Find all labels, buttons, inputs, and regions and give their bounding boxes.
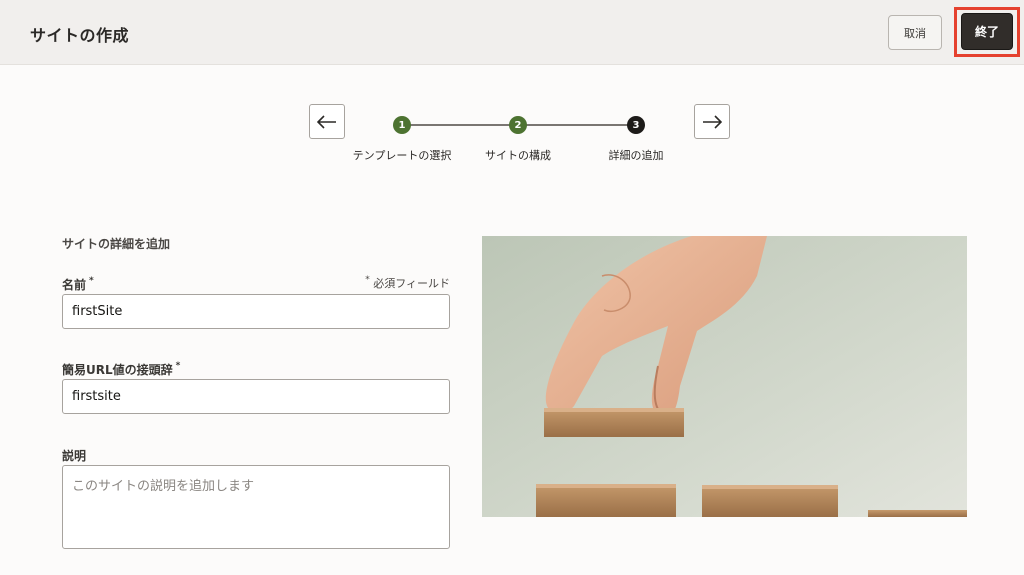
step-connector [526, 124, 629, 126]
finish-button[interactable]: 終了 [961, 13, 1013, 50]
arrow-left-icon [317, 114, 336, 129]
step-3-indicator[interactable]: 3 [627, 116, 645, 134]
name-label: 名前 * [62, 276, 94, 293]
site-illustration-image [482, 236, 967, 517]
step-2-indicator[interactable]: 2 [509, 116, 527, 134]
required-note-text: 必須フィールド [373, 277, 450, 290]
step-connector [410, 124, 510, 126]
step-3-label: 詳細の追加 [608, 149, 664, 162]
required-marker: * [89, 276, 94, 286]
name-input[interactable]: firstSite [62, 294, 450, 329]
url-prefix-label: 簡易URL値の接頭辞 * [62, 361, 180, 378]
page-title: サイトの作成 [30, 26, 130, 45]
previous-step-button[interactable] [309, 104, 345, 139]
url-prefix-input[interactable]: firstsite [62, 379, 450, 414]
next-step-button[interactable] [694, 104, 730, 139]
required-marker: * [365, 275, 370, 285]
name-label-text: 名前 [62, 278, 87, 292]
cancel-button[interactable]: 取消 [888, 15, 942, 50]
page-header: サイトの作成 取消 終了 [0, 0, 1024, 65]
required-fields-note: * 必須フィールド [340, 275, 450, 291]
description-textarea[interactable]: このサイトの説明を追加します [62, 465, 450, 549]
url-prefix-label-text: 簡易URL値の接頭辞 [62, 363, 173, 377]
section-title: サイトの詳細を追加 [62, 237, 171, 251]
step-1-indicator[interactable]: 1 [393, 116, 411, 134]
arrow-right-icon [703, 114, 722, 129]
required-marker: * [175, 361, 181, 371]
description-label: 説明 [62, 449, 87, 463]
